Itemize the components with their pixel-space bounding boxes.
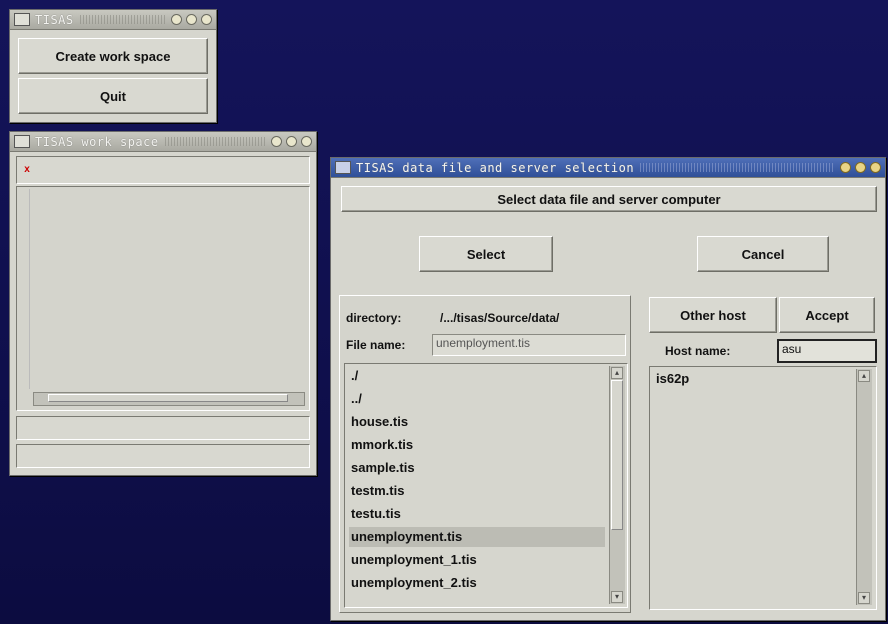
file-list-items: ./ ../ house.tis mmork.tis sample.tis testm.t… [345, 366, 609, 607]
dialog-window-title: TISAS data file and server selection [356, 160, 635, 175]
file-list: ./ ../ house.tis mmork.tis sample.tis testm.t… [344, 363, 628, 608]
dialog-heading: Select data file and server computer [341, 186, 877, 212]
maximize-icon[interactable] [286, 136, 297, 147]
scroll-up-icon[interactable]: ▴ [858, 370, 870, 382]
window-menu-icon[interactable] [14, 135, 30, 148]
file-list-item[interactable]: testu.tis [349, 504, 605, 524]
main-titlebar[interactable]: TISAS [10, 10, 216, 30]
host-list-scrollbar[interactable]: ▴ ▾ [856, 369, 872, 605]
file-list-item[interactable]: testm.tis [349, 481, 605, 501]
maximize-icon[interactable] [186, 14, 197, 25]
scroll-down-icon[interactable]: ▾ [858, 592, 870, 604]
vertical-ruler [19, 189, 30, 389]
workspace-window: TISAS work space x [9, 131, 317, 476]
titlebar-grip [164, 137, 265, 146]
select-button[interactable]: Select [419, 236, 553, 272]
workspace-canvas[interactable] [16, 186, 310, 411]
file-list-scrollbar[interactable]: ▴ ▾ [609, 366, 625, 604]
host-name-label: Host name: [665, 344, 731, 358]
titlebar-grip [640, 163, 834, 172]
create-work-space-button[interactable]: Create work space [18, 38, 208, 74]
tab-marker-icon[interactable]: x [21, 163, 33, 177]
close-icon[interactable] [870, 162, 881, 173]
minimize-icon[interactable] [271, 136, 282, 147]
minimize-icon[interactable] [840, 162, 851, 173]
workspace-tab-bar: x [16, 156, 310, 184]
filename-label: File name: [346, 338, 406, 352]
host-list: is62p ▴ ▾ [649, 366, 877, 610]
file-list-scroll-thumb[interactable] [611, 380, 623, 530]
file-panel: directory: /.../tisas/Source/data/ File … [339, 295, 631, 613]
filename-input[interactable]: unemployment.tis [432, 334, 626, 356]
quit-button[interactable]: Quit [18, 78, 208, 114]
horizontal-scrollbar[interactable] [33, 392, 305, 406]
file-list-item[interactable]: unemployment_2.tis [349, 573, 605, 593]
file-list-item[interactable]: sample.tis [349, 458, 605, 478]
file-list-item[interactable]: unemployment.tis [349, 527, 605, 547]
tisas-main-window: TISAS Create work space Quit [9, 9, 217, 123]
scroll-down-icon[interactable]: ▾ [611, 591, 623, 603]
directory-label: directory: [346, 311, 402, 325]
titlebar-grip [79, 15, 165, 24]
cancel-button[interactable]: Cancel [697, 236, 829, 272]
close-icon[interactable] [301, 136, 312, 147]
horizontal-scroll-thumb[interactable] [48, 394, 288, 402]
file-list-item[interactable]: mmork.tis [349, 435, 605, 455]
close-icon[interactable] [201, 14, 212, 25]
file-list-item[interactable]: house.tis [349, 412, 605, 432]
workspace-window-title: TISAS work space [35, 134, 159, 149]
host-list-item[interactable]: is62p [654, 369, 848, 389]
directory-value: /.../tisas/Source/data/ [440, 311, 560, 325]
host-name-input[interactable]: asu [777, 339, 877, 363]
other-host-button[interactable]: Other host [649, 297, 777, 333]
window-menu-icon[interactable] [335, 161, 351, 174]
workspace-titlebar[interactable]: TISAS work space [10, 132, 316, 152]
window-menu-icon[interactable] [14, 13, 30, 26]
maximize-icon[interactable] [855, 162, 866, 173]
file-list-item[interactable]: unemployment_1.tis [349, 550, 605, 570]
file-list-item[interactable]: ./ [349, 366, 605, 386]
host-list-items: is62p [650, 369, 852, 609]
minimize-icon[interactable] [171, 14, 182, 25]
dialog-titlebar[interactable]: TISAS data file and server selection [331, 158, 885, 178]
main-window-title: TISAS [35, 12, 74, 27]
workspace-status-1 [16, 416, 310, 440]
file-list-item[interactable]: ../ [349, 389, 605, 409]
file-server-dialog: TISAS data file and server selection Sel… [330, 157, 886, 621]
workspace-status-2 [16, 444, 310, 468]
scroll-up-icon[interactable]: ▴ [611, 367, 623, 379]
accept-button[interactable]: Accept [779, 297, 875, 333]
